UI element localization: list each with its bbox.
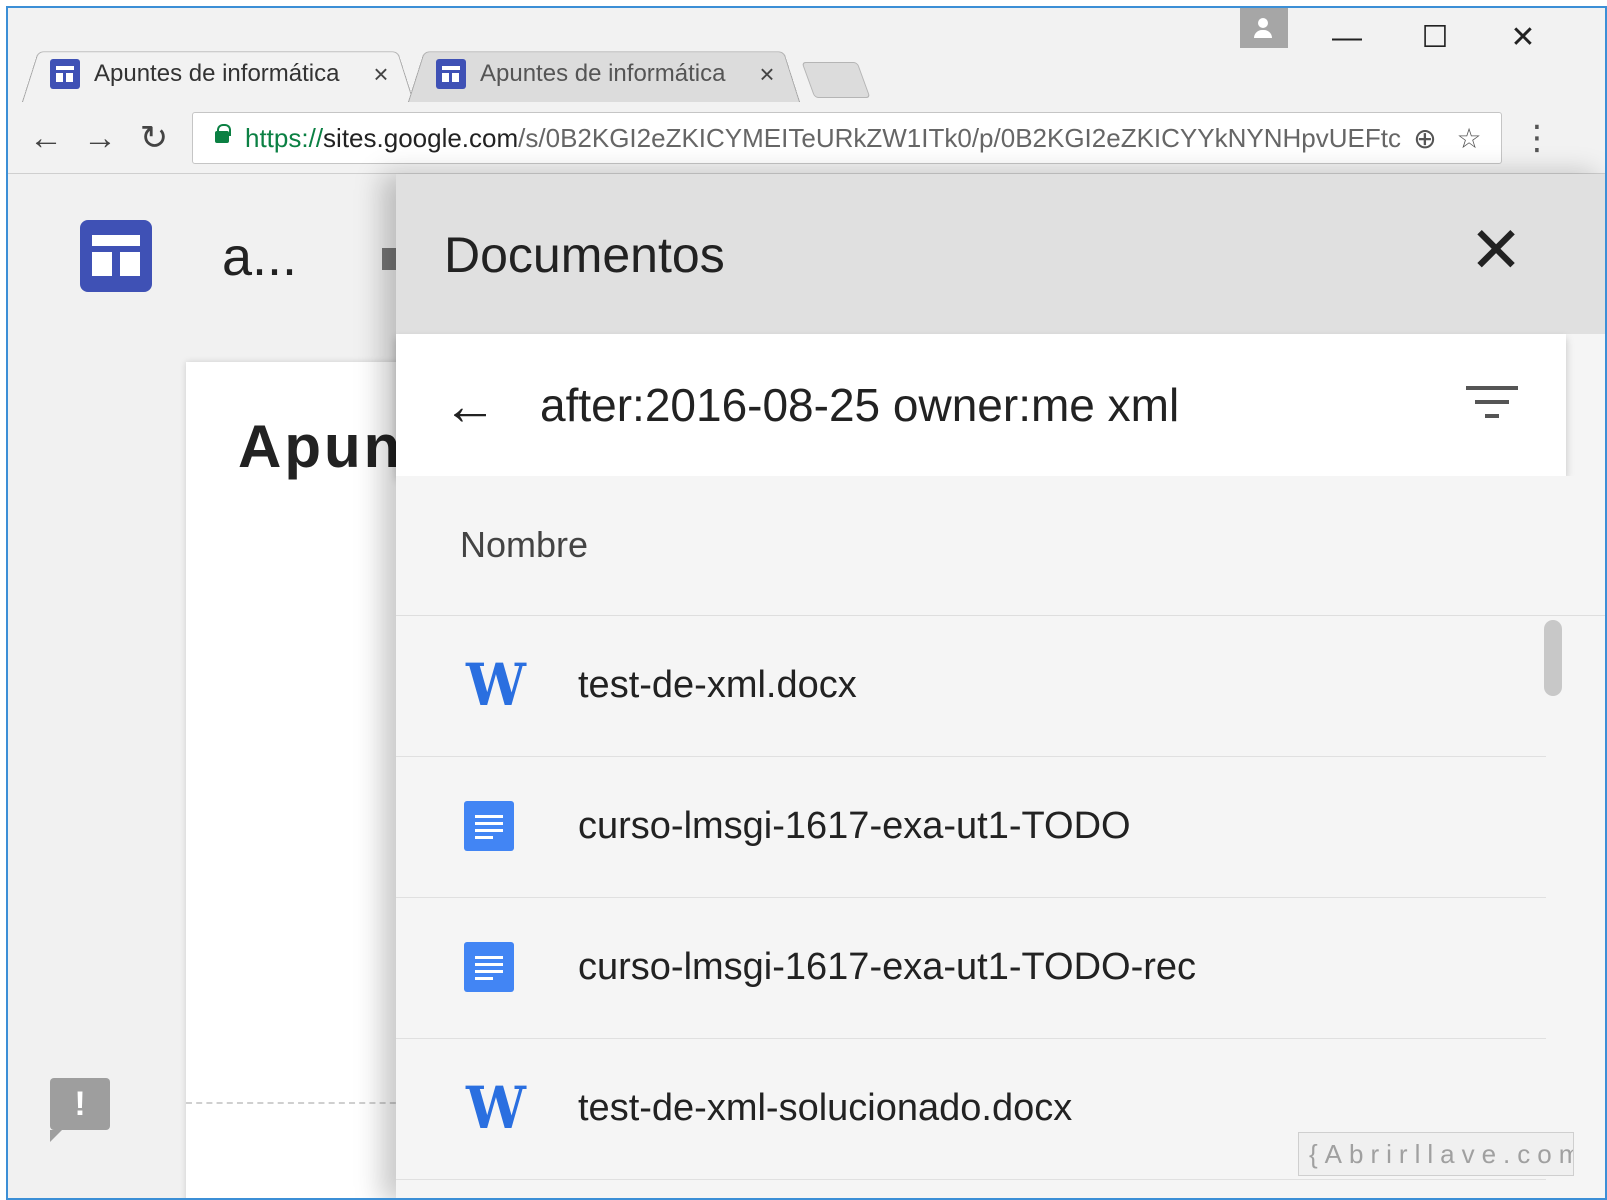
browser-menu-icon[interactable]: ⋮ (1520, 116, 1554, 160)
file-name: test-de-xml.docx (578, 664, 857, 706)
list-item[interactable]: curso-lmsgi-1617-exa-ut1-TODO-rec (396, 898, 1546, 1039)
bookmark-star-icon[interactable]: ☆ (1451, 121, 1487, 157)
address-bar[interactable]: https://sites.google.com/s/0B2KGI2eZKICY… (192, 112, 1502, 164)
section-divider (186, 1102, 406, 1104)
feedback-icon[interactable]: ! (50, 1078, 110, 1142)
file-name: curso-lmsgi-1617-exa-ut1-TODO (578, 805, 1131, 847)
new-tab-button[interactable] (801, 62, 871, 98)
page-content: a... Apun ! Documentos ✕ ← after:2016-08… (8, 174, 1605, 1198)
secure-lock-icon[interactable] (215, 124, 231, 143)
tab-title: Apuntes de informática (94, 60, 340, 87)
forward-icon[interactable]: → (78, 116, 122, 160)
site-title[interactable]: a... (222, 226, 297, 288)
tab-apuntes-inactive[interactable]: Apuntes de informática × (408, 44, 800, 102)
scrollbar[interactable] (1544, 620, 1562, 696)
browser-window: Apuntes de informática × Apuntes de info… (6, 6, 1607, 1200)
url-text[interactable]: https://sites.google.com/s/0B2KGI2eZKICY… (245, 123, 1405, 154)
reload-icon[interactable]: ↻ (132, 116, 176, 160)
search-input[interactable]: after:2016-08-25 owner:me xml (540, 378, 1179, 432)
documents-drawer: Documentos ✕ ← after:2016-08-25 owner:me… (396, 174, 1605, 1198)
drawer-title: Documentos (444, 227, 725, 283)
tab-close-icon[interactable]: × (754, 59, 780, 90)
google-sites-favicon-icon (50, 59, 80, 89)
close-window-icon[interactable]: ✕ (1498, 18, 1548, 58)
maximize-icon[interactable]: ☐ (1410, 18, 1460, 58)
page-heading: Apun (238, 413, 404, 480)
file-name: test-de-xml-solucionado.docx (578, 1087, 1073, 1129)
word-file-icon: W (466, 651, 526, 719)
watermark-logo: {Abrirllave.com (1298, 1132, 1574, 1176)
tab-close-icon[interactable]: × (368, 59, 394, 90)
google-sites-logo-icon[interactable] (80, 220, 152, 292)
google-doc-icon (464, 801, 514, 851)
browser-toolbar: ← → ↻ https://sites.google.com/s/0B2KGI2… (8, 102, 1605, 174)
list-item[interactable]: W test-de-xml.docx (396, 616, 1546, 757)
drawer-close-icon[interactable]: ✕ (1466, 218, 1526, 282)
back-icon[interactable]: ← (24, 116, 68, 160)
title-bar: Apuntes de informática × Apuntes de info… (8, 8, 1605, 102)
file-name: curso-lmsgi-1617-exa-ut1-TODO-rec (578, 946, 1197, 988)
zoom-icon[interactable]: ⊕ (1407, 121, 1443, 157)
drawer-header: Documentos ✕ (396, 174, 1605, 334)
search-back-icon[interactable]: ← (442, 378, 498, 434)
column-header-name[interactable]: Nombre (460, 524, 588, 566)
tab-title: Apuntes de informática (480, 60, 726, 87)
google-sites-favicon-icon (436, 59, 466, 89)
filter-icon[interactable] (1464, 386, 1520, 426)
profile-avatar-icon[interactable] (1240, 8, 1288, 48)
minimize-icon[interactable]: — (1322, 18, 1372, 58)
search-bar: ← after:2016-08-25 owner:me xml (396, 334, 1566, 476)
file-list: W test-de-xml.docx curso-lmsgi-1617-exa-… (396, 616, 1546, 1180)
column-header: Nombre (396, 476, 1605, 616)
list-item[interactable]: curso-lmsgi-1617-exa-ut1-TODO (396, 757, 1546, 898)
tab-apuntes-active[interactable]: Apuntes de informática × (22, 44, 414, 102)
word-file-icon: W (466, 1074, 526, 1142)
google-doc-icon (464, 942, 514, 992)
